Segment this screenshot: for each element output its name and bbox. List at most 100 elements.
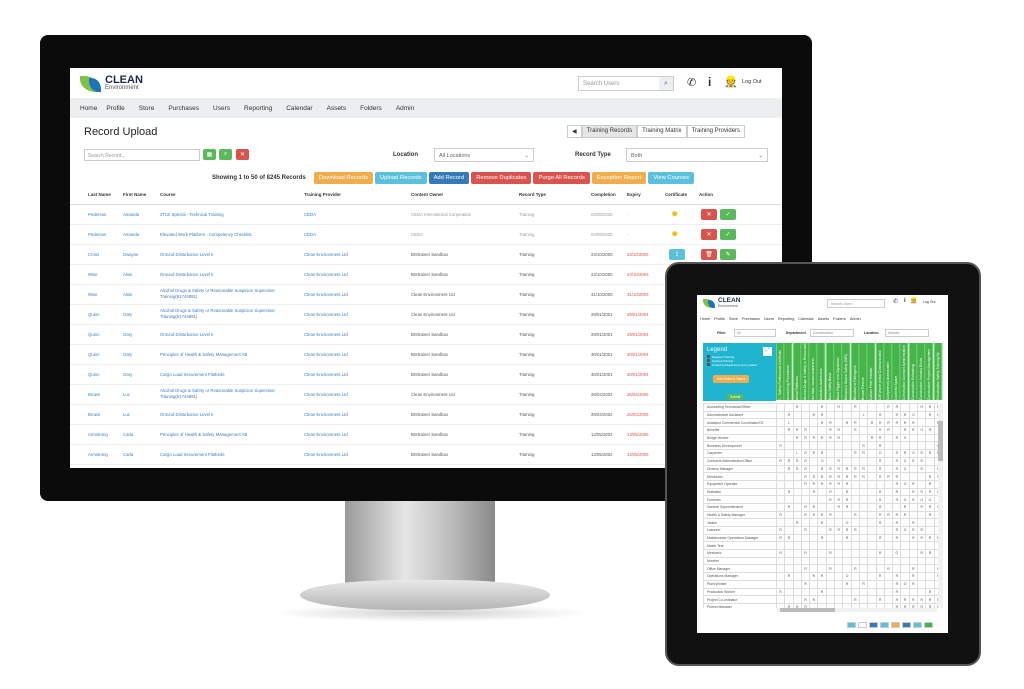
cell-provider[interactable]: Clean Environment Ltd: [304, 252, 348, 258]
matrix-cell[interactable]: [883, 495, 894, 504]
nav-folders[interactable]: Folders: [833, 317, 846, 321]
matrix-cell[interactable]: [883, 518, 894, 527]
matrix-cell[interactable]: R: [875, 456, 885, 466]
pager-button[interactable]: [880, 622, 889, 628]
filter-select[interactable]: All: [733, 329, 776, 337]
matrix-cell[interactable]: [784, 518, 794, 527]
topic-header[interactable]: Cell phone policy Communication: [875, 343, 884, 400]
nav-profile[interactable]: Profile: [106, 105, 138, 112]
matrix-cell[interactable]: R: [825, 549, 836, 558]
location-select[interactable]: All Locations ⌄: [434, 148, 534, 162]
matrix-cell[interactable]: [850, 487, 860, 497]
cell-last[interactable]: Quinn: [88, 372, 99, 378]
matrix-cell[interactable]: R: [817, 449, 827, 458]
matrix-cell[interactable]: R: [809, 433, 819, 443]
nav-profile[interactable]: Profile: [714, 317, 725, 321]
cell-last[interactable]: Wise: [88, 292, 98, 298]
matrix-cell[interactable]: [809, 541, 819, 551]
matrix-cell[interactable]: R: [925, 472, 935, 481]
user-icon[interactable]: 👷: [910, 297, 917, 304]
cell-provider[interactable]: CEDA: [304, 232, 316, 238]
matrix-cell[interactable]: [917, 579, 927, 589]
matrix-cell[interactable]: R: [908, 579, 919, 589]
collapse-icon[interactable]: ◀: [567, 125, 582, 138]
matrix-cell[interactable]: [850, 441, 860, 451]
matrix-cell[interactable]: R: [925, 449, 935, 458]
matrix-cell[interactable]: [792, 487, 802, 497]
nav-calendar[interactable]: Calendar: [798, 317, 813, 321]
matrix-cell[interactable]: [917, 433, 927, 443]
matrix-cell[interactable]: [817, 441, 827, 451]
matrix-cell[interactable]: [908, 403, 919, 412]
matrix-cell[interactable]: [775, 426, 786, 435]
topic-header[interactable]: Aerial Platforms: [792, 343, 801, 400]
matrix-cell[interactable]: R: [775, 587, 786, 597]
matrix-cell[interactable]: [775, 572, 786, 581]
matrix-cell[interactable]: R: [925, 502, 935, 512]
cell-first[interactable]: Gary: [123, 352, 132, 358]
matrix-cell[interactable]: R: [834, 426, 844, 435]
phone-icon[interactable]: ✆: [687, 76, 696, 89]
matrix-cell[interactable]: R: [850, 403, 860, 412]
matrix-cell[interactable]: O: [900, 456, 910, 466]
pager-button[interactable]: [902, 622, 911, 628]
matrix-cell[interactable]: R: [784, 502, 794, 512]
matrix-cell[interactable]: [875, 579, 885, 589]
matrix-cell[interactable]: [792, 441, 802, 451]
matrix-cell[interactable]: [883, 433, 894, 443]
matrix-cell[interactable]: [809, 549, 819, 558]
matrix-cell[interactable]: [784, 479, 794, 489]
matrix-cell[interactable]: R: [817, 587, 827, 597]
matrix-cell[interactable]: R: [842, 472, 852, 481]
matrix-cell[interactable]: [809, 579, 819, 589]
cell-first[interactable]: Alvin: [123, 292, 132, 298]
matrix-cell[interactable]: [883, 487, 894, 497]
pager-button[interactable]: [858, 622, 867, 628]
matrix-cell[interactable]: [800, 541, 811, 551]
matrix-cell[interactable]: [883, 410, 894, 420]
matrix-cell[interactable]: [825, 410, 836, 420]
matrix-cell[interactable]: R: [858, 579, 869, 589]
matrix-cell[interactable]: [775, 472, 786, 481]
matrix-cell[interactable]: [842, 510, 852, 520]
column-header[interactable]: Completion: [591, 192, 616, 197]
matrix-cell[interactable]: R: [817, 479, 827, 489]
matrix-cell[interactable]: [825, 502, 836, 512]
matrix-cell[interactable]: L: [784, 418, 794, 428]
matrix-cell[interactable]: [858, 595, 869, 604]
matrix-cell[interactable]: [834, 410, 844, 420]
matrix-cell[interactable]: R: [875, 533, 885, 543]
matrix-cell[interactable]: [800, 587, 811, 597]
matrix-cell[interactable]: R: [800, 433, 811, 443]
matrix-cell[interactable]: R: [892, 433, 902, 443]
matrix-cell[interactable]: R: [809, 472, 819, 481]
matrix-cell[interactable]: R: [925, 587, 935, 597]
matrix-cell[interactable]: [817, 502, 827, 512]
tab-training-matrix[interactable]: Training Matrix: [637, 125, 687, 138]
matrix-cell[interactable]: [867, 464, 877, 474]
topic-header[interactable]: Competency Assessment: [883, 343, 893, 400]
matrix-cell[interactable]: [875, 403, 885, 412]
matrix-cell[interactable]: [867, 595, 877, 604]
nav-purchases[interactable]: Purchases: [168, 105, 213, 112]
matrix-cell[interactable]: R: [842, 502, 852, 512]
matrix-cell[interactable]: [883, 549, 894, 558]
matrix-cell[interactable]: [842, 433, 852, 443]
topic-header[interactable]: Bloodborne Pathogens: [850, 343, 859, 400]
column-header[interactable]: Training Provider: [304, 192, 341, 197]
matrix-cell[interactable]: O: [892, 549, 902, 558]
certificate-sun-icon[interactable]: ✹: [671, 229, 679, 240]
matrix-cell[interactable]: [784, 472, 794, 481]
cell-provider[interactable]: Clean Environment Ltd: [304, 432, 348, 438]
matrix-cell[interactable]: R: [834, 502, 844, 512]
matrix-cell[interactable]: [917, 556, 927, 566]
matrix-cell[interactable]: R: [800, 472, 811, 481]
matrix-cell[interactable]: O: [817, 456, 827, 466]
matrix-cell[interactable]: R: [825, 487, 836, 497]
nav-reporting[interactable]: Reporting: [778, 317, 794, 321]
matrix-cell[interactable]: [858, 510, 869, 520]
matrix-cell[interactable]: R: [875, 472, 885, 481]
matrix-cell[interactable]: [834, 441, 844, 451]
matrix-cell[interactable]: R: [842, 579, 852, 589]
matrix-cell[interactable]: R: [792, 433, 802, 443]
